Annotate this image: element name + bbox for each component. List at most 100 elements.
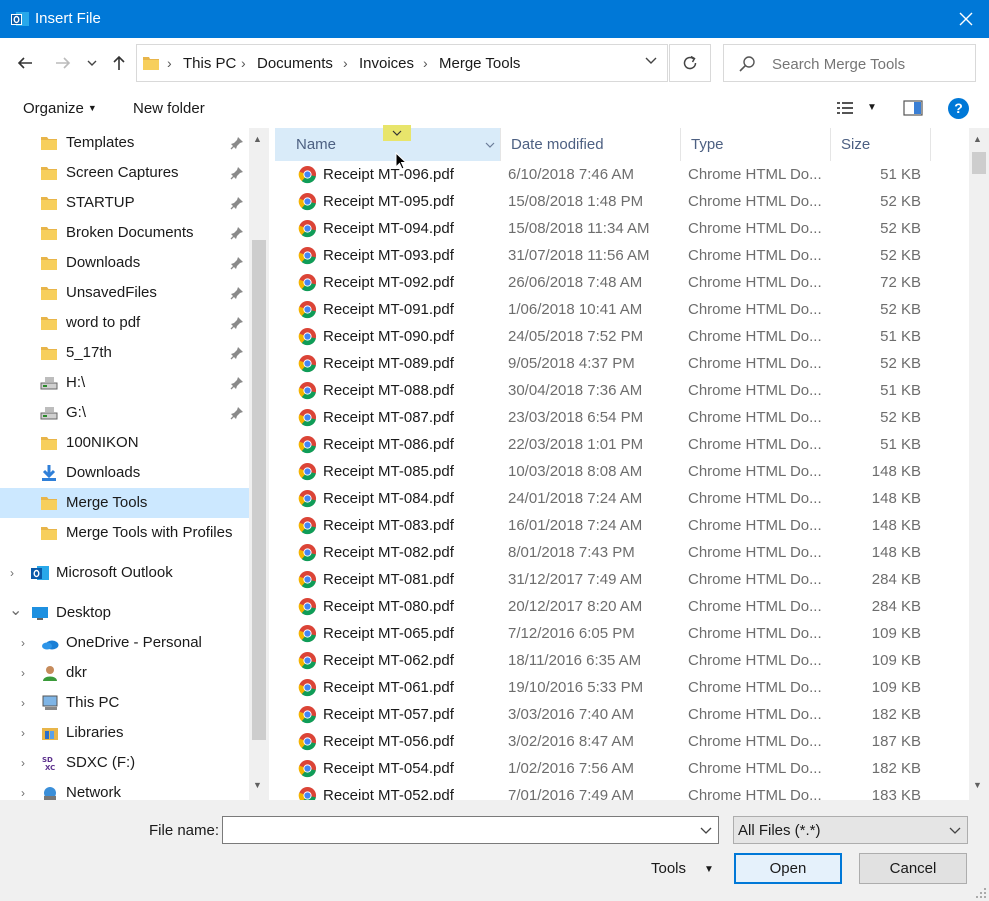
file-row[interactable]: Receipt MT-080.pdf 20/12/2017 8:20 AM Chro…: [275, 593, 969, 620]
breadcrumb-merge-tools[interactable]: Merge Tools: [439, 55, 520, 72]
file-row[interactable]: Receipt MT-057.pdf 3/03/2016 7:40 AM Chrom…: [275, 701, 969, 728]
nav-item[interactable]: › Libraries: [0, 718, 249, 748]
breadcrumb-separator[interactable]: ›: [241, 55, 246, 71]
back-button[interactable]: [12, 49, 38, 77]
search-input[interactable]: [772, 53, 967, 75]
nav-item[interactable]: Screen Captures: [0, 158, 249, 188]
nav-item[interactable]: G:\: [0, 398, 249, 428]
help-icon[interactable]: ?: [948, 98, 969, 119]
file-row[interactable]: Receipt MT-093.pdf 31/07/2018 11:56 AM Chr…: [275, 242, 969, 269]
new-folder-button[interactable]: New folder: [133, 100, 205, 117]
recent-locations-button[interactable]: [82, 49, 102, 77]
sort-chevron-icon[interactable]: [383, 125, 411, 141]
chevron-right-icon[interactable]: ›: [21, 696, 25, 710]
nav-item[interactable]: › This PC: [0, 688, 249, 718]
breadcrumb-separator[interactable]: ›: [423, 55, 428, 71]
file-row[interactable]: Receipt MT-096.pdf 6/10/2018 7:46 AM Chrom…: [275, 161, 969, 188]
file-row[interactable]: Receipt MT-084.pdf 24/01/2018 7:24 AM Chro…: [275, 485, 969, 512]
refresh-button[interactable]: [669, 44, 711, 82]
chevron-right-icon[interactable]: ›: [21, 786, 25, 800]
scroll-down-icon[interactable]: ▼: [973, 780, 982, 790]
file-row[interactable]: Receipt MT-052.pdf 7/01/2016 7:49 AM Chrom…: [275, 782, 969, 800]
file-row[interactable]: Receipt MT-088.pdf 30/04/2018 7:36 AM Chro…: [275, 377, 969, 404]
file-row[interactable]: Receipt MT-062.pdf 18/11/2016 6:35 AM Chro…: [275, 647, 969, 674]
file-row[interactable]: Receipt MT-085.pdf 10/03/2018 8:08 AM Chro…: [275, 458, 969, 485]
file-list-scrollbar[interactable]: ▲ ▼: [969, 128, 989, 800]
file-row[interactable]: Receipt MT-054.pdf 1/02/2016 7:56 AM Chrom…: [275, 755, 969, 782]
cancel-button[interactable]: Cancel: [859, 853, 967, 884]
file-name-combo[interactable]: [222, 816, 719, 844]
nav-item[interactable]: › Microsoft Outlook: [0, 558, 249, 588]
nav-item[interactable]: UnsavedFiles: [0, 278, 249, 308]
nav-item[interactable]: Merge Tools with Profiles: [0, 518, 249, 548]
breadcrumb-this-pc[interactable]: This PC: [183, 55, 236, 72]
nav-item[interactable]: 5_17th: [0, 338, 249, 368]
chevron-right-icon[interactable]: ›: [21, 636, 25, 650]
file-row[interactable]: Receipt MT-056.pdf 3/02/2016 8:47 AM Chrom…: [275, 728, 969, 755]
nav-item[interactable]: › Network: [0, 778, 249, 800]
resize-grip-icon[interactable]: [975, 887, 987, 899]
column-header-date[interactable]: Date modified: [501, 128, 681, 161]
column-header-type[interactable]: Type: [681, 128, 831, 161]
scroll-up-icon[interactable]: ▲: [253, 134, 262, 144]
file-row[interactable]: Receipt MT-089.pdf 9/05/2018 4:37 PM Chrom…: [275, 350, 969, 377]
chevron-right-icon[interactable]: ›: [10, 566, 14, 580]
scroll-up-icon[interactable]: ▲: [973, 134, 982, 144]
chevron-right-icon[interactable]: ›: [21, 666, 25, 680]
file-row[interactable]: Receipt MT-086.pdf 22/03/2018 1:01 PM Chro…: [275, 431, 969, 458]
chevron-down-icon[interactable]: [645, 57, 657, 65]
breadcrumb-documents[interactable]: Documents: [257, 55, 333, 72]
file-row[interactable]: Receipt MT-061.pdf 19/10/2016 5:33 PM Chro…: [275, 674, 969, 701]
organize-button[interactable]: Organize ▼: [23, 100, 97, 117]
nav-item[interactable]: › OneDrive - Personal: [0, 628, 249, 658]
file-row[interactable]: Receipt MT-092.pdf 26/06/2018 7:48 AM Chro…: [275, 269, 969, 296]
file-row[interactable]: Receipt MT-081.pdf 31/12/2017 7:49 AM Chro…: [275, 566, 969, 593]
nav-item[interactable]: H:\: [0, 368, 249, 398]
nav-item[interactable]: STARTUP: [0, 188, 249, 218]
open-button[interactable]: Open: [734, 853, 842, 884]
file-row[interactable]: Receipt MT-090.pdf 24/05/2018 7:52 PM Chro…: [275, 323, 969, 350]
scrollbar-thumb[interactable]: [252, 240, 266, 740]
up-button[interactable]: [106, 49, 132, 77]
nav-item[interactable]: › SD XC SDXC (F:): [0, 748, 249, 778]
nav-item[interactable]: Broken Documents: [0, 218, 249, 248]
search-box[interactable]: [723, 44, 976, 82]
breadcrumb-separator[interactable]: ›: [343, 55, 348, 71]
nav-item[interactable]: ⌄ Desktop: [0, 598, 249, 628]
nav-item[interactable]: word to pdf: [0, 308, 249, 338]
nav-item[interactable]: Downloads: [0, 458, 249, 488]
breadcrumb-invoices[interactable]: Invoices: [359, 55, 414, 72]
file-name-input[interactable]: [223, 817, 683, 843]
nav-item[interactable]: 100NIKON: [0, 428, 249, 458]
file-row[interactable]: Receipt MT-065.pdf 7/12/2016 6:05 PM Chrom…: [275, 620, 969, 647]
forward-button[interactable]: [50, 49, 76, 77]
address-bar[interactable]: › This PC › Documents › Invoices › Merge…: [136, 44, 668, 82]
chevron-right-icon[interactable]: ›: [21, 726, 25, 740]
file-row[interactable]: Receipt MT-095.pdf 15/08/2018 1:48 PM Chro…: [275, 188, 969, 215]
tools-button[interactable]: Tools: [651, 860, 686, 877]
file-type-filter[interactable]: All Files (*.*): [733, 816, 968, 844]
view-options-caret-icon[interactable]: ▼: [867, 102, 877, 113]
preview-pane-icon[interactable]: [903, 100, 923, 116]
navigation-scrollbar[interactable]: ▲ ▼: [249, 128, 269, 800]
nav-item[interactable]: Downloads: [0, 248, 249, 278]
file-row[interactable]: Receipt MT-091.pdf 1/06/2018 10:41 AM Chro…: [275, 296, 969, 323]
chevron-right-icon[interactable]: ›: [21, 756, 25, 770]
scrollbar-thumb[interactable]: [972, 152, 986, 174]
column-header-size[interactable]: Size: [831, 128, 931, 161]
breadcrumb-separator[interactable]: ›: [167, 55, 172, 71]
nav-item[interactable]: › dkr: [0, 658, 249, 688]
file-row[interactable]: Receipt MT-087.pdf 23/03/2018 6:54 PM Chro…: [275, 404, 969, 431]
chevron-down-icon[interactable]: [485, 142, 495, 148]
close-button[interactable]: [943, 0, 989, 38]
scroll-down-icon[interactable]: ▼: [253, 780, 262, 790]
caret-down-icon[interactable]: ▼: [704, 864, 714, 875]
chevron-down-icon[interactable]: ⌄: [9, 600, 22, 620]
nav-item[interactable]: Templates: [0, 128, 249, 158]
file-row[interactable]: Receipt MT-094.pdf 15/08/2018 11:34 AM Chr…: [275, 215, 969, 242]
nav-item[interactable]: Merge Tools: [0, 488, 249, 518]
details-view-icon[interactable]: [836, 100, 854, 116]
file-row[interactable]: Receipt MT-082.pdf 8/01/2018 7:43 PM Chrom…: [275, 539, 969, 566]
file-row[interactable]: Receipt MT-083.pdf 16/01/2018 7:24 AM Chro…: [275, 512, 969, 539]
chevron-down-icon[interactable]: [700, 823, 712, 837]
